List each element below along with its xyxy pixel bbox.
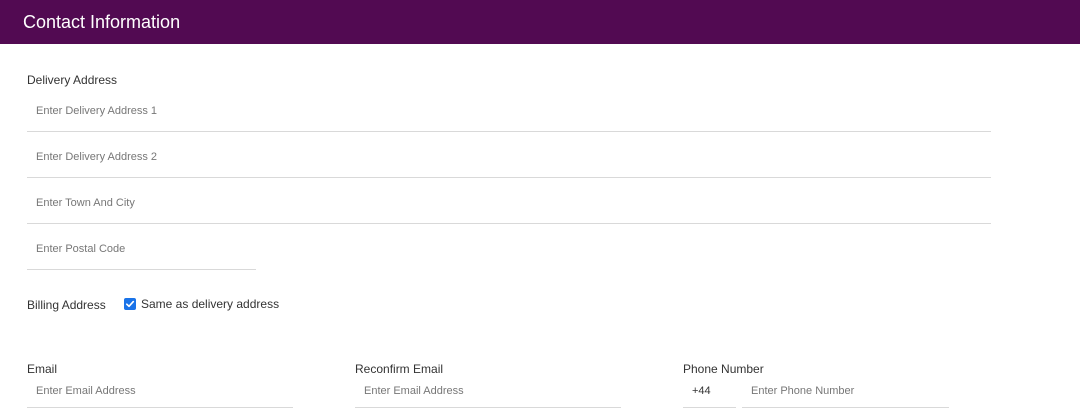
delivery-address-label: Delivery Address	[27, 73, 118, 87]
postal-code-field	[27, 228, 256, 270]
phone-number-field	[742, 366, 949, 408]
delivery-address-2-input[interactable]	[27, 136, 991, 177]
postal-code-input[interactable]	[27, 228, 256, 269]
town-city-input[interactable]	[27, 182, 991, 223]
delivery-address-2-field	[27, 136, 991, 178]
page-title: Contact Information	[23, 12, 181, 32]
same-as-delivery-checkbox[interactable]	[124, 298, 136, 310]
phone-prefix[interactable]: +44	[683, 368, 736, 408]
reconfirm-email-input[interactable]	[355, 366, 621, 407]
delivery-address-1-input[interactable]	[27, 90, 991, 131]
same-as-delivery-label: Same as delivery address	[141, 297, 280, 311]
email-input[interactable]	[27, 366, 293, 407]
phone-number-input[interactable]	[742, 366, 949, 407]
email-field	[27, 366, 293, 408]
header-bar: Contact Information	[0, 0, 1080, 44]
reconfirm-email-field	[355, 366, 621, 408]
checkmark-icon	[126, 300, 135, 308]
delivery-address-1-field	[27, 90, 991, 132]
billing-address-label: Billing Address	[27, 298, 106, 312]
same-as-delivery-option[interactable]: Same as delivery address	[124, 297, 279, 311]
town-city-field	[27, 182, 991, 224]
